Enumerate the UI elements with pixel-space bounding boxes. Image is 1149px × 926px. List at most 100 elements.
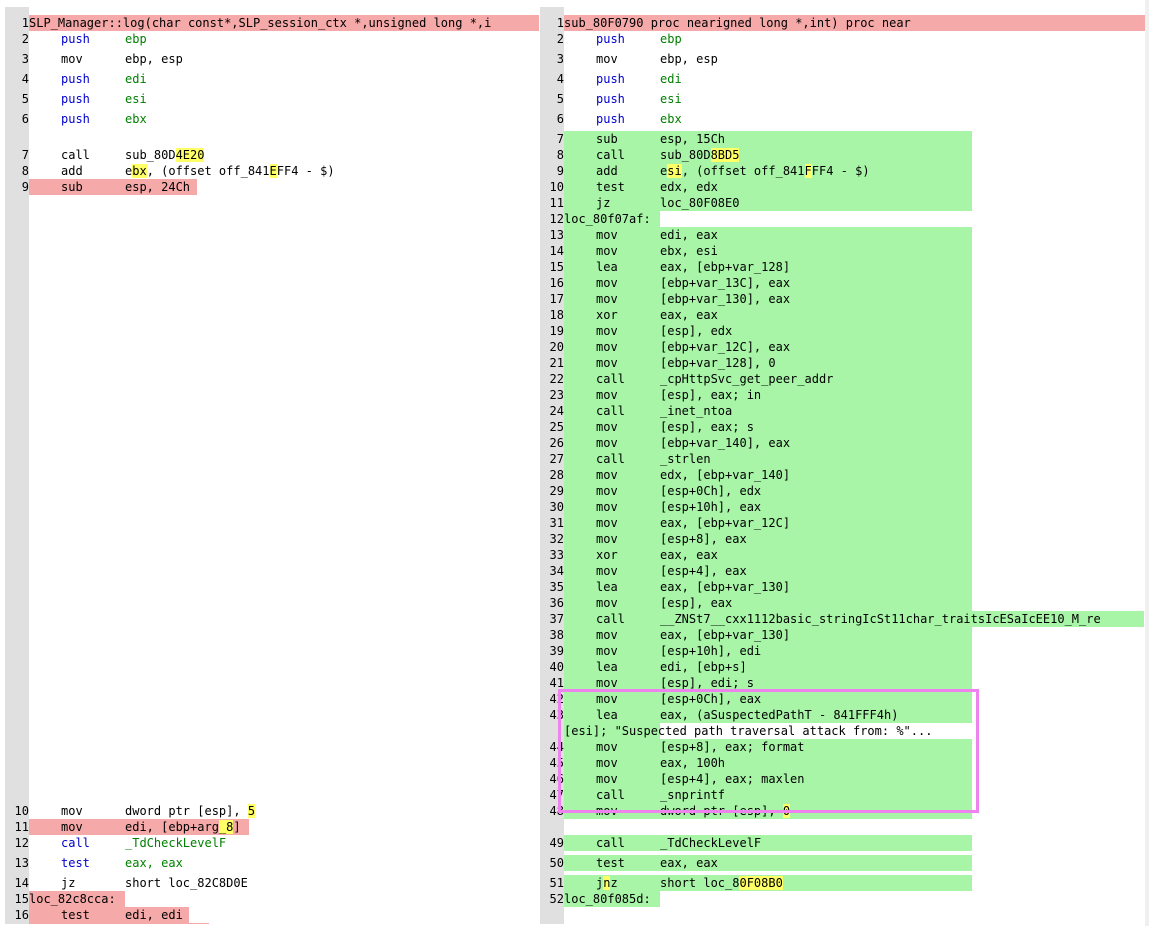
- instruction-row[interactable]: 8 call sub_80D8BD5: [540, 147, 1145, 163]
- instruction-row[interactable]: 20 mov [ebp+var_12C], eax: [540, 339, 1145, 355]
- instruction-row[interactable]: 10 mov dword ptr [esp], 5: [5, 803, 539, 819]
- instruction-row[interactable]: 23 mov [esp], eax; in: [540, 387, 1145, 403]
- instruction-row[interactable]: 39 mov [esp+10h], edi: [540, 643, 1145, 659]
- instruction-row[interactable]: 45 mov eax, 100h: [540, 755, 1145, 771]
- line-number: 43: [549, 708, 564, 722]
- instruction-row[interactable]: 13 test eax, eax: [5, 855, 539, 871]
- instruction-row[interactable]: 21 mov [ebp+var_128], 0: [540, 355, 1145, 371]
- instruction-row[interactable]: 35 lea eax, [ebp+var_130]: [540, 579, 1145, 595]
- instruction-row[interactable]: 31 mov eax, [ebp+var_12C]: [540, 515, 1145, 531]
- label-row[interactable]: 52 loc_80f085d:: [540, 891, 1145, 907]
- instruction-row[interactable]: 41 mov [esp], edi; s: [540, 675, 1145, 691]
- instruction-row[interactable]: 11 jz loc_80F08E0: [540, 195, 1145, 211]
- operands: [esp], eax; s: [660, 420, 754, 434]
- instruction-row[interactable]: 4 push edi: [540, 71, 1145, 87]
- line-number: 50: [549, 856, 564, 870]
- instruction-row[interactable]: 42 mov [esp+0Ch], eax: [540, 691, 1145, 707]
- instruction-row[interactable]: 28 mov edx, [ebp+var_140]: [540, 467, 1145, 483]
- instruction-row[interactable]: 2 push ebp: [5, 31, 539, 47]
- instruction-row[interactable]: 29 mov [esp+0Ch], edx: [540, 483, 1145, 499]
- instruction-row[interactable]: 11 mov edi, [ebp+arg_8]: [5, 819, 539, 835]
- instruction-row[interactable]: 18 xor eax, eax: [540, 307, 1145, 323]
- operands: ebp, esp: [125, 52, 183, 66]
- instruction-row[interactable]: 32 mov [esp+8], eax: [540, 531, 1145, 547]
- instruction-row[interactable]: 2 push ebp: [540, 31, 1145, 47]
- operands: edi: [660, 72, 682, 86]
- scrollbar-track[interactable]: [1145, 0, 1149, 926]
- instruction-row[interactable]: 25 mov [esp], eax; s: [540, 419, 1145, 435]
- instruction-row[interactable]: 5 push esi: [5, 91, 539, 107]
- instruction-row[interactable]: 51 jnz short loc_80F08B0: [540, 875, 1145, 891]
- label-row[interactable]: 15 loc_82c8cca:: [5, 891, 539, 907]
- instruction-row[interactable]: 14 mov ebx, esi: [540, 243, 1145, 259]
- instruction-row[interactable]: 12 call _TdCheckLevelF: [5, 835, 539, 851]
- instruction-row[interactable]: 22 call _cpHttpSvc_get_peer_addr: [540, 371, 1145, 387]
- operands: loc_82C9230: [125, 923, 204, 924]
- instruction-row[interactable]: 40 lea edi, [ebp+s]: [540, 659, 1145, 675]
- line-number: 14: [549, 244, 564, 258]
- instruction-row[interactable]: 13 mov edi, eax: [540, 227, 1145, 243]
- instruction-row[interactable]: 17 mov [ebp+var_130], eax: [540, 291, 1145, 307]
- instruction-row[interactable]: 38 mov eax, [ebp+var_130]: [540, 627, 1145, 643]
- instruction-row[interactable]: 9 sub esp, 24Ch: [5, 179, 539, 195]
- instruction-row[interactable]: 16 mov [ebp+var_13C], eax: [540, 275, 1145, 291]
- instruction-row[interactable]: 16 test edi, edi: [5, 907, 539, 923]
- instruction-row[interactable]: 3 mov ebp, esp: [5, 51, 539, 67]
- instruction-row[interactable]: 3 mov ebp, esp: [540, 51, 1145, 67]
- function-header-row[interactable]: 1 SLP_Manager::log(char const*,SLP_sessio…: [5, 15, 539, 31]
- instruction-row[interactable]: 6 push ebx: [540, 111, 1145, 127]
- instruction-row[interactable]: 7 sub esp, 15Ch: [540, 131, 1145, 147]
- instruction-row[interactable]: 36 mov [esp], eax: [540, 595, 1145, 611]
- instruction-row[interactable]: 46 mov [esp+4], eax; maxlen: [540, 771, 1145, 787]
- left-diff-pane[interactable]: 1 SLP_Manager::log(char const*,SLP_sessio…: [5, 7, 539, 924]
- instruction-row[interactable]: 27 call _strlen: [540, 451, 1145, 467]
- instruction-row[interactable]: 17 jz loc_82C9230: [5, 923, 539, 924]
- instruction-row[interactable]: 19 mov [esp], edx: [540, 323, 1145, 339]
- mnemonic: push: [61, 72, 90, 86]
- instruction-row[interactable]: 44 mov [esp+8], eax; format: [540, 739, 1145, 755]
- right-diff-pane[interactable]: 1 sub_80F0790 proc nearigned long *,int) …: [540, 7, 1145, 924]
- label-row[interactable]: 12 loc_80f07af:: [540, 211, 1145, 227]
- function-header-row[interactable]: 1 sub_80F0790 proc nearigned long *,int) …: [540, 15, 1145, 31]
- changed-token: 8BD5: [710, 148, 740, 162]
- instruction-row[interactable]: 9 add esi, (offset off_841FFF4 - $): [540, 163, 1145, 179]
- instruction-row[interactable]: 5 push esi: [540, 91, 1145, 107]
- instruction-row[interactable]: 50 test eax, eax: [540, 855, 1145, 871]
- line-number: 15: [549, 260, 564, 274]
- mnemonic: call: [61, 148, 90, 162]
- instruction-row[interactable]: 6 push ebx: [5, 111, 539, 127]
- instruction-row[interactable]: 33 xor eax, eax: [540, 547, 1145, 563]
- line-number: 4: [556, 72, 564, 86]
- operands: eax, eax: [660, 548, 718, 562]
- instruction-row[interactable]: 43 lea eax, (aSuspectedPathT - 841FFF4h): [540, 707, 1145, 723]
- line-number: 38: [549, 628, 564, 642]
- instruction-row[interactable]: 34 mov [esp+4], eax: [540, 563, 1145, 579]
- diff-highlight: [564, 595, 972, 611]
- operands: [esp+10h], eax: [660, 500, 762, 514]
- mnemonic: mov: [596, 756, 618, 770]
- line-number: 16: [549, 276, 564, 290]
- operands: ebp: [125, 32, 147, 46]
- instruction-row[interactable]: 26 mov [ebp+var_140], eax: [540, 435, 1145, 451]
- instruction-row[interactable]: 15 lea eax, [ebp+var_128]: [540, 259, 1145, 275]
- instruction-row[interactable]: 24 call _inet_ntoa: [540, 403, 1145, 419]
- operands: ebx: [125, 112, 147, 126]
- instruction-row[interactable]: 10 test edx, edx: [540, 179, 1145, 195]
- operands: ebp: [660, 32, 682, 46]
- instruction-row[interactable]: 30 mov [esp+10h], eax: [540, 499, 1145, 515]
- instruction-row[interactable]: 4 push edi: [5, 71, 539, 87]
- line-number: 52: [549, 892, 564, 906]
- instruction-row[interactable]: 37 call __ZNSt7__cxx1112basic_stringIcSt11…: [540, 611, 1145, 627]
- mnemonic: mov: [596, 420, 618, 434]
- operands: _TdCheckLevelF: [125, 836, 227, 850]
- instruction-row[interactable]: 47 call _snprintf: [540, 787, 1145, 803]
- mnemonic: mov: [61, 52, 83, 66]
- operands: _snprintf: [660, 788, 726, 802]
- instruction-row[interactable]: 48 mov dword ptr [esp], 0: [540, 803, 1145, 819]
- instruction-row[interactable]: 7 call sub_80D4E20: [5, 147, 539, 163]
- instruction-row[interactable]: 14 jz short loc_82C8D0E: [5, 875, 539, 891]
- instruction-row[interactable]: 49 call _TdCheckLevelF: [540, 835, 1145, 851]
- instruction-row[interactable]: 8 add ebx, (offset off_841EFF4 - $): [5, 163, 539, 179]
- line-number: 17: [549, 292, 564, 306]
- label-row[interactable]: [esi]; "Suspected path traversal attack …: [540, 723, 1145, 739]
